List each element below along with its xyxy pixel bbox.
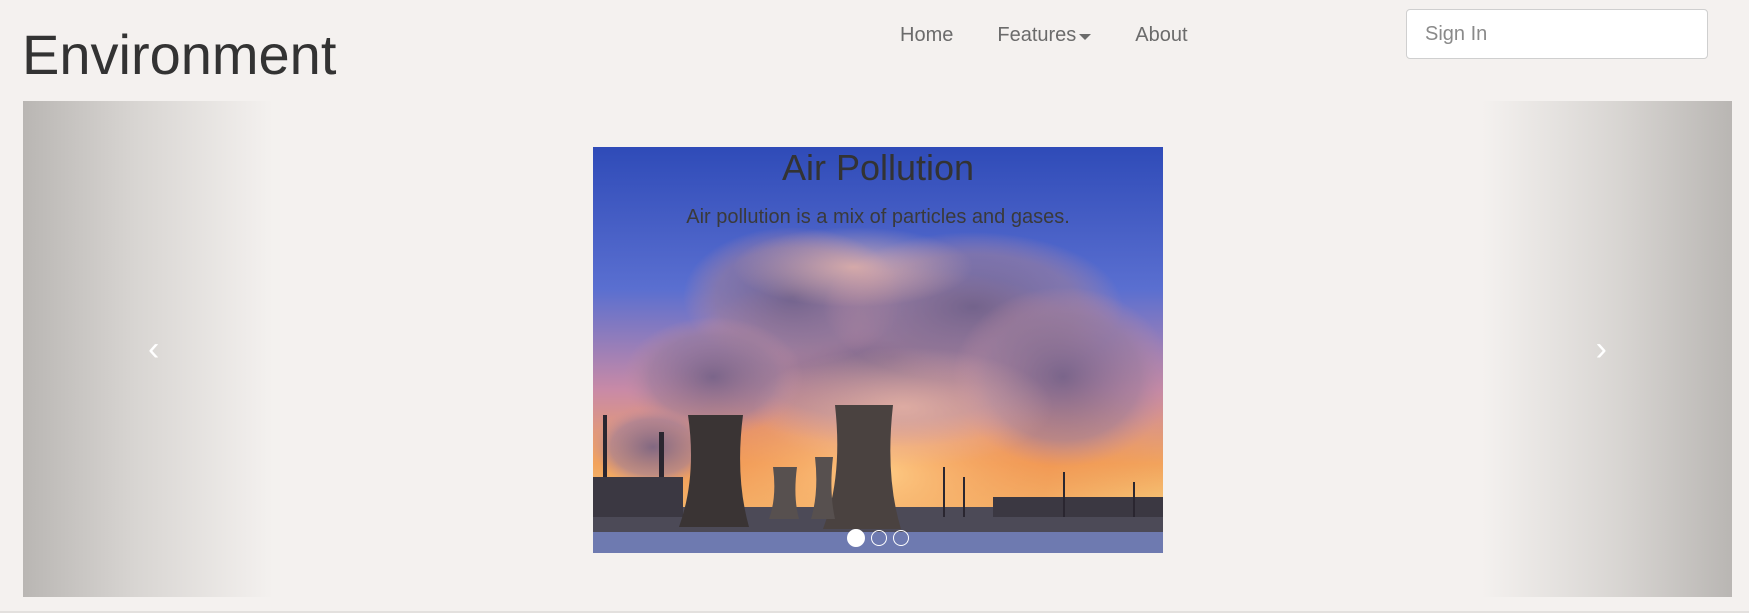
slide-title: Air Pollution — [781, 147, 975, 188]
nav-about[interactable]: About — [1135, 22, 1187, 48]
carousel-indicators — [593, 529, 1163, 547]
carousel-prev-button[interactable]: ‹ — [23, 101, 273, 597]
caret-down-icon — [1079, 33, 1092, 40]
chevron-left-icon: ‹ — [148, 330, 160, 368]
page: Environment Home Features About ‹ — [0, 0, 1749, 613]
chevron-right-icon: › — [1595, 330, 1607, 368]
sign-in-input[interactable] — [1406, 9, 1708, 59]
carousel-next-button[interactable]: › — [1482, 101, 1732, 597]
main-nav: Home Features About — [900, 22, 1188, 48]
carousel-indicator-1[interactable] — [847, 529, 865, 547]
nav-features[interactable]: Features — [997, 22, 1092, 48]
nav-home[interactable]: Home — [900, 22, 953, 48]
carousel-indicator-3[interactable] — [893, 530, 909, 546]
carousel-slide: Air Pollution Air pollution is a mix of … — [593, 147, 1163, 553]
slide-text: Air pollution is a mix of particles and … — [686, 206, 1070, 228]
carousel-indicator-2[interactable] — [871, 530, 887, 546]
brand-title[interactable]: Environment — [22, 22, 336, 88]
nav-features-label: Features — [997, 24, 1077, 46]
nav-home-label: Home — [900, 24, 954, 46]
nav-about-label: About — [1135, 24, 1188, 46]
carousel: ‹ Air Pollution Air pollution is a mix o… — [23, 101, 1732, 597]
slide-caption: Air Pollution Air pollution is a mix of … — [593, 147, 1163, 229]
